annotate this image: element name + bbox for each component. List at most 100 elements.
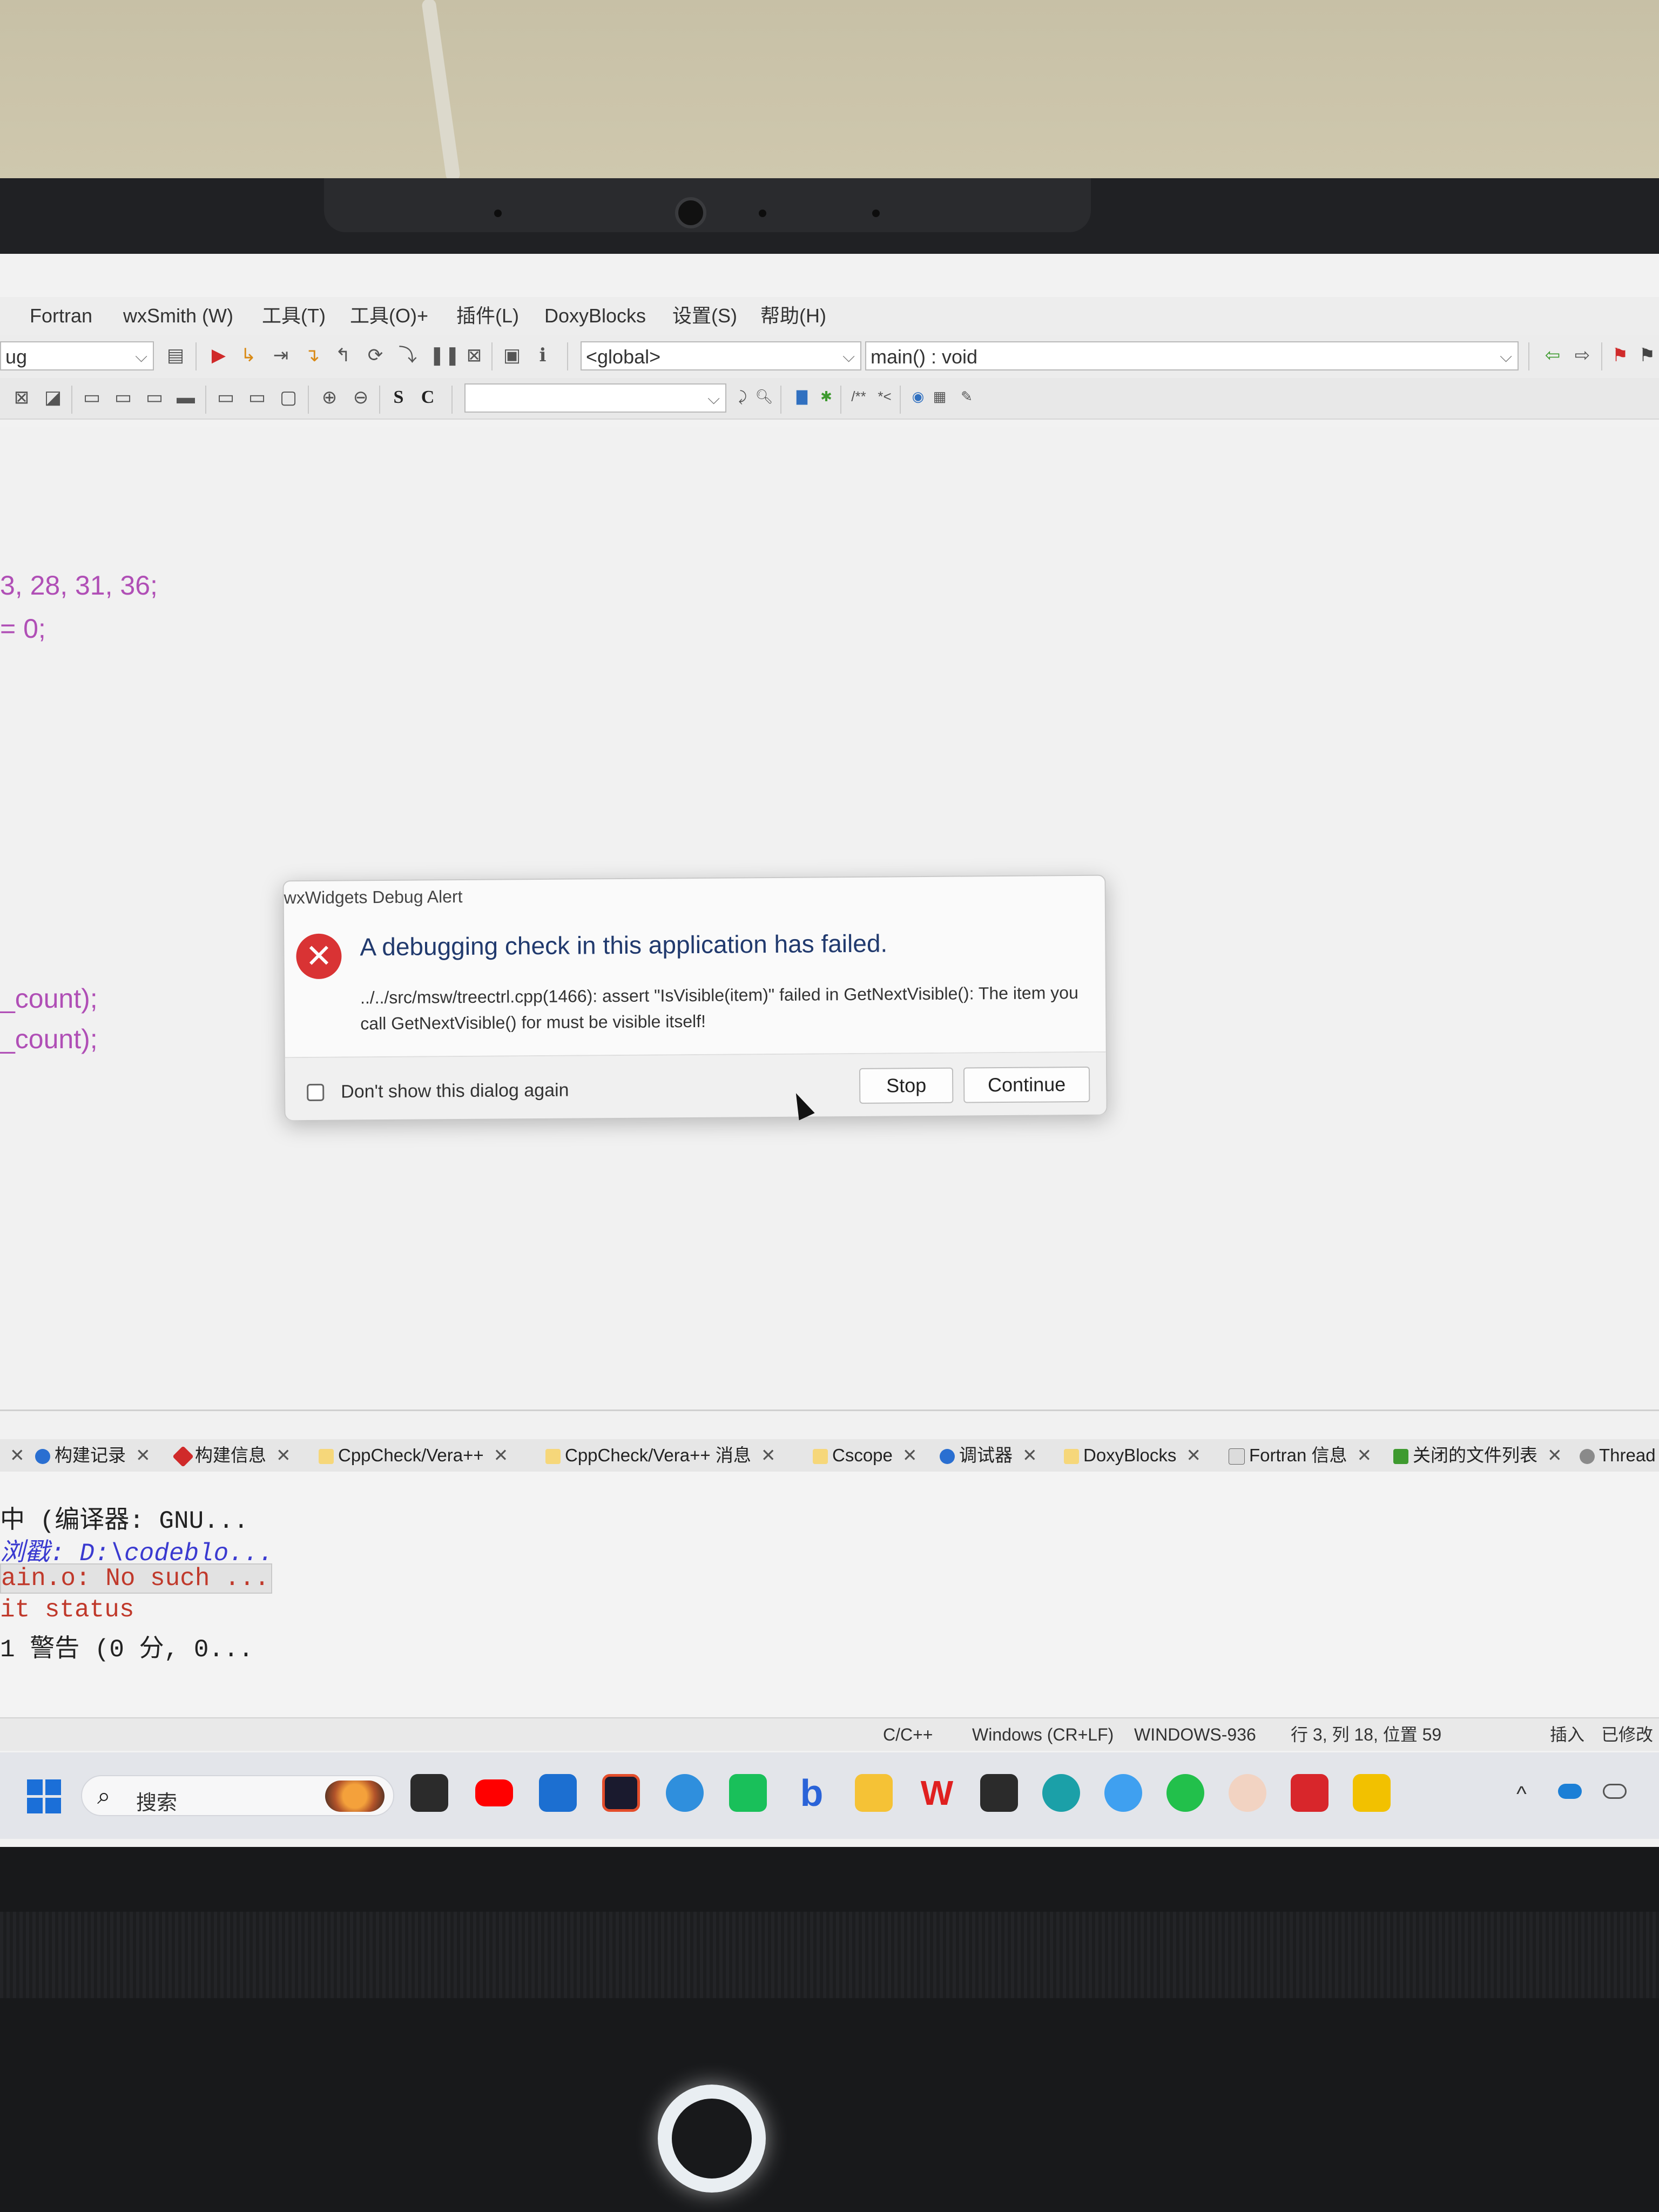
build-target-select[interactable]: ug ⌵ [0, 341, 154, 370]
bookmark-flag-icon[interactable]: ⚑ [1609, 345, 1631, 366]
find-icon[interactable]: 🔍︎ [753, 386, 775, 407]
codeblocks-running-icon[interactable] [1353, 1774, 1391, 1812]
tab-cppcheck[interactable]: CppCheck/Vera++ ✕ [319, 1439, 508, 1472]
file-explorer-icon[interactable] [855, 1774, 893, 1812]
tab-cppcheck-messages[interactable]: CppCheck/Vera++ 消息 ✕ [545, 1439, 776, 1472]
app-icon[interactable] [1104, 1774, 1142, 1812]
close-icon[interactable]: ✕ [1022, 1445, 1037, 1465]
pause-icon[interactable]: ❚❚ [429, 345, 460, 366]
reader-icon[interactable] [1291, 1774, 1328, 1812]
menu-fortran[interactable]: Fortran [30, 297, 92, 335]
edge-ai-icon[interactable] [666, 1774, 704, 1812]
store-icon[interactable] [539, 1774, 577, 1812]
laptop-hinge [0, 1912, 1659, 1998]
doxy-1-icon[interactable]: ▇ [791, 386, 813, 407]
doxy-2-icon[interactable]: ✱ [815, 386, 837, 407]
next-instruction-icon[interactable]: ⟳ [365, 345, 386, 366]
tab-closed-files[interactable]: 关闭的文件列表 ✕ [1393, 1439, 1562, 1472]
close-icon[interactable]: ✕ [276, 1445, 291, 1465]
rect-3-icon[interactable]: ▢ [278, 387, 299, 408]
menu-plugins[interactable]: 插件(L) [456, 297, 519, 335]
doxy-run-icon[interactable]: ◉ [907, 386, 929, 407]
doxy-chm-icon[interactable]: ▦ [929, 386, 950, 407]
scope-select[interactable]: <global> ⌵ [581, 341, 861, 370]
zoom-in-icon[interactable]: ⊕ [319, 387, 340, 408]
rect-2-icon[interactable]: ▭ [246, 387, 268, 408]
run-to-cursor-icon[interactable]: ↳ [238, 345, 259, 366]
close-icon[interactable]: ✕ [761, 1445, 776, 1465]
bookmark-next-icon[interactable]: ⚑ [1636, 345, 1658, 366]
menu-wxsmith[interactable]: wxSmith (W) [123, 297, 233, 335]
menu-tools-plus[interactable]: 工具(O)+ [350, 297, 428, 335]
various-info-icon[interactable]: ℹ [532, 345, 554, 366]
close-icon[interactable]: ✕ [902, 1445, 918, 1465]
taskbar-search-box[interactable]: ⌕ 搜索 [81, 1775, 394, 1816]
rect-select-icon[interactable]: ▭ [215, 387, 237, 408]
mail-icon[interactable] [729, 1774, 767, 1812]
chevron-up-icon[interactable]: ^ [1516, 1782, 1527, 1806]
task-view-icon[interactable] [410, 1774, 448, 1812]
onedrive-icon[interactable] [1558, 1784, 1582, 1799]
step-into-instruction-icon[interactable]: ⤵ [397, 345, 419, 366]
dont-show-label[interactable]: Don't show this dialog again [341, 1080, 569, 1103]
doxy-config-icon[interactable]: ✎ [956, 386, 977, 407]
tab-build-messages[interactable]: 构建信息 ✕ [172, 1439, 291, 1472]
log-line: 中 (编译器: GNU... [0, 1507, 249, 1535]
line-comment-icon[interactable]: *< [874, 386, 895, 407]
panel-splitter[interactable] [0, 1410, 1659, 1411]
jump-back-icon[interactable]: ⇦ [1542, 345, 1563, 366]
step-into-icon[interactable]: ↴ [301, 345, 323, 366]
block-3-icon[interactable]: ▭ [144, 387, 165, 408]
cloud-icon[interactable] [1603, 1784, 1627, 1799]
close-icon[interactable]: ✕ [494, 1445, 509, 1465]
next-line-icon[interactable]: ⇥ [270, 345, 292, 366]
build-options-icon[interactable]: ▤ [165, 345, 186, 366]
block-1-icon[interactable]: ▭ [81, 387, 103, 408]
close-icon[interactable]: ✕ [1186, 1445, 1201, 1465]
close-icon[interactable]: ✕ [136, 1445, 151, 1465]
wps-icon[interactable]: W [918, 1774, 956, 1812]
tab-close-icon[interactable]: ✕ [0, 1439, 25, 1472]
app-icon[interactable] [602, 1774, 640, 1812]
tab-debugger[interactable]: 调试器 ✕ [940, 1439, 1037, 1472]
continue-button[interactable]: Continue [963, 1066, 1090, 1103]
block-4-icon[interactable]: ▬ [175, 387, 197, 408]
uncomment-icon[interactable]: ◪ [42, 387, 64, 408]
find-next-icon[interactable]: ⤸ [732, 386, 753, 407]
tab-cscope[interactable]: Cscope ✕ [813, 1439, 918, 1472]
jump-forward-icon[interactable]: ⇨ [1572, 345, 1593, 366]
match-s-button[interactable]: S [388, 387, 409, 408]
close-icon[interactable]: ✕ [1357, 1445, 1372, 1465]
windows-start-icon[interactable] [27, 1779, 62, 1814]
edge-icon[interactable] [1042, 1774, 1080, 1812]
close-icon[interactable]: ✕ [1547, 1445, 1562, 1465]
comment-icon[interactable]: ⊠ [11, 387, 32, 408]
bing-icon[interactable]: b [793, 1774, 831, 1812]
dont-show-checkbox[interactable] [307, 1083, 325, 1102]
avatar-app-icon[interactable] [1229, 1774, 1266, 1812]
match-c-button[interactable]: C [417, 387, 439, 408]
tab-doxyblocks[interactable]: DoxyBlocks ✕ [1064, 1439, 1201, 1472]
menu-tools[interactable]: 工具(T) [262, 297, 326, 335]
codeblocks-icon[interactable] [980, 1774, 1018, 1812]
youtube-icon[interactable] [475, 1779, 513, 1806]
menu-doxyblocks[interactable]: DoxyBlocks [544, 297, 646, 335]
stop-debug-icon[interactable]: ⊠ [463, 345, 485, 366]
tab-thread[interactable]: Thread [1580, 1439, 1656, 1472]
debug-windows-icon[interactable]: ▣ [501, 345, 523, 366]
tab-fortran-info[interactable]: Fortran 信息 ✕ [1229, 1439, 1372, 1472]
block-comment-icon[interactable]: /** [848, 386, 869, 407]
menu-settings[interactable]: 设置(S) [672, 297, 737, 335]
search-combo[interactable]: ⌵ [464, 383, 726, 413]
stop-button[interactable]: Stop [859, 1067, 954, 1104]
function-select[interactable]: main() : void ⌵ [865, 341, 1519, 370]
menu-help[interactable]: 帮助(H) [760, 297, 826, 335]
zoom-out-icon[interactable]: ⊖ [350, 387, 372, 408]
debug-start-icon[interactable]: ▶ [208, 345, 230, 366]
tab-build-log[interactable]: 构建记录 ✕ [35, 1439, 151, 1472]
block-2-icon[interactable]: ▭ [112, 387, 134, 408]
build-log-panel[interactable]: 中 (编译器: GNU... 浏戳: D:\codeblo... ain.o: … [0, 1472, 1659, 1720]
step-out-icon[interactable]: ↰ [332, 345, 354, 366]
webcam [675, 197, 706, 228]
wechat-icon[interactable] [1166, 1774, 1204, 1812]
